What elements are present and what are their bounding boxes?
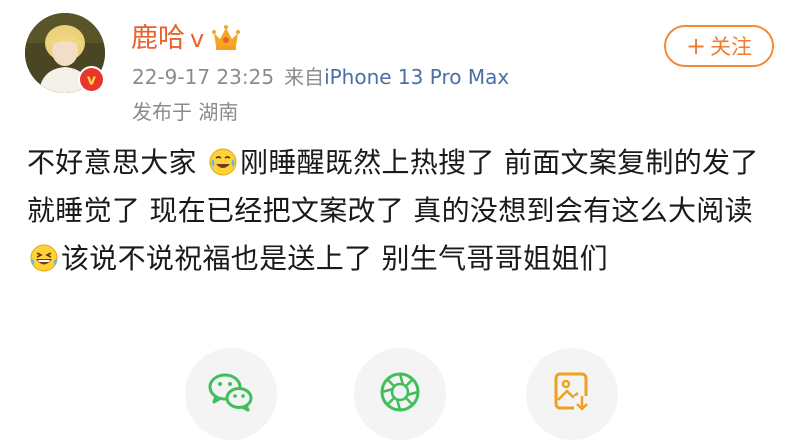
post-content: 不好意思大家 刚睡醒既然上热搜了 前面文案复制的发了就睡觉了 现在已经把文案改了… (27, 139, 767, 283)
svg-text:v: v (87, 73, 96, 89)
moments-icon (378, 370, 422, 418)
post-timestamp: 22-9-17 23:25 (132, 65, 275, 89)
save-image-button[interactable] (526, 348, 618, 440)
wechat-icon (207, 371, 255, 417)
share-moments-button[interactable] (354, 348, 446, 440)
share-wechat-button[interactable] (185, 348, 277, 440)
crown-icon (211, 24, 241, 56)
post-text-1: 不好意思大家 (27, 146, 207, 179)
follow-label: 关注 (710, 35, 753, 59)
device-link[interactable]: iPhone 13 Pro Max (324, 65, 509, 89)
weibo-post: v 鹿哈 v 22-9-17 23:25 来自iPhone 13 Pro Max … (0, 0, 800, 444)
follow-button[interactable]: + 关注 (664, 25, 774, 67)
source-prefix: 来自 (284, 65, 325, 89)
post-meta: 22-9-17 23:25 来自iPhone 13 Pro Max (132, 64, 509, 90)
username[interactable]: 鹿哈 (131, 22, 185, 56)
vip-mark: v (190, 25, 205, 53)
post-location: 发布于 湖南 (132, 100, 239, 124)
tears-of-joy-emoji (208, 144, 238, 176)
plus-icon: + (685, 32, 707, 60)
post-text-3: 该说不说祝福也是送上了 别生气哥哥姐姐们 (61, 242, 608, 275)
verified-badge-icon: v (78, 66, 105, 93)
laughing-tears-emoji (29, 240, 59, 272)
save-image-icon (552, 370, 592, 418)
